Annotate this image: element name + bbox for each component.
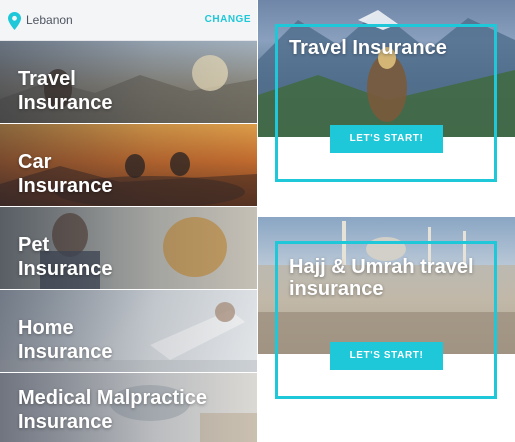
- category-car-insurance[interactable]: Car Insurance: [0, 124, 257, 206]
- category-label: Medical Malpractice Insurance: [18, 386, 250, 434]
- category-label: Car Insurance: [18, 150, 250, 198]
- location-value: Lebanon: [26, 13, 73, 27]
- location-bar: Lebanon CHANGE: [0, 0, 257, 41]
- map-pin-icon: [8, 12, 21, 30]
- card-title: Travel Insurance: [289, 37, 447, 59]
- category-label-line1: Medical Malpractice: [18, 387, 207, 409]
- category-label-line2: Insurance: [18, 341, 113, 363]
- category-home-insurance[interactable]: Home Insurance: [0, 290, 257, 372]
- category-label-line1: Pet: [18, 234, 50, 256]
- category-label: Home Insurance: [18, 316, 250, 364]
- category-label-line2: Insurance: [18, 175, 113, 197]
- travel-insurance-card: Travel Insurance LET'S START!: [258, 0, 515, 190]
- card-background-image: [258, 0, 515, 137]
- category-pet-insurance[interactable]: Pet Insurance: [0, 207, 257, 289]
- lets-start-button[interactable]: LET'S START!: [330, 342, 443, 370]
- category-label-line1: Travel: [18, 68, 76, 90]
- hajj-umrah-insurance-card: Hajj & Umrah travel insurance LET'S STAR…: [258, 217, 515, 407]
- insurance-category-panel: Lebanon CHANGE Travel Insurance Car Insu…: [0, 0, 257, 442]
- category-label: Travel Insurance: [18, 67, 250, 115]
- lets-start-button[interactable]: LET'S START!: [330, 125, 443, 153]
- category-travel-insurance[interactable]: Travel Insurance: [0, 41, 257, 123]
- change-location-link[interactable]: CHANGE: [205, 14, 251, 25]
- category-label-line1: Home: [18, 317, 74, 339]
- card-title: Hajj & Umrah travel insurance: [289, 256, 474, 300]
- category-medical-malpractice-insurance[interactable]: Medical Malpractice Insurance: [0, 373, 257, 442]
- category-label-line2: Insurance: [18, 411, 113, 433]
- category-label-line1: Car: [18, 151, 52, 173]
- category-label-line2: Insurance: [18, 258, 113, 280]
- category-label-line2: Insurance: [18, 92, 113, 114]
- category-label: Pet Insurance: [18, 233, 250, 281]
